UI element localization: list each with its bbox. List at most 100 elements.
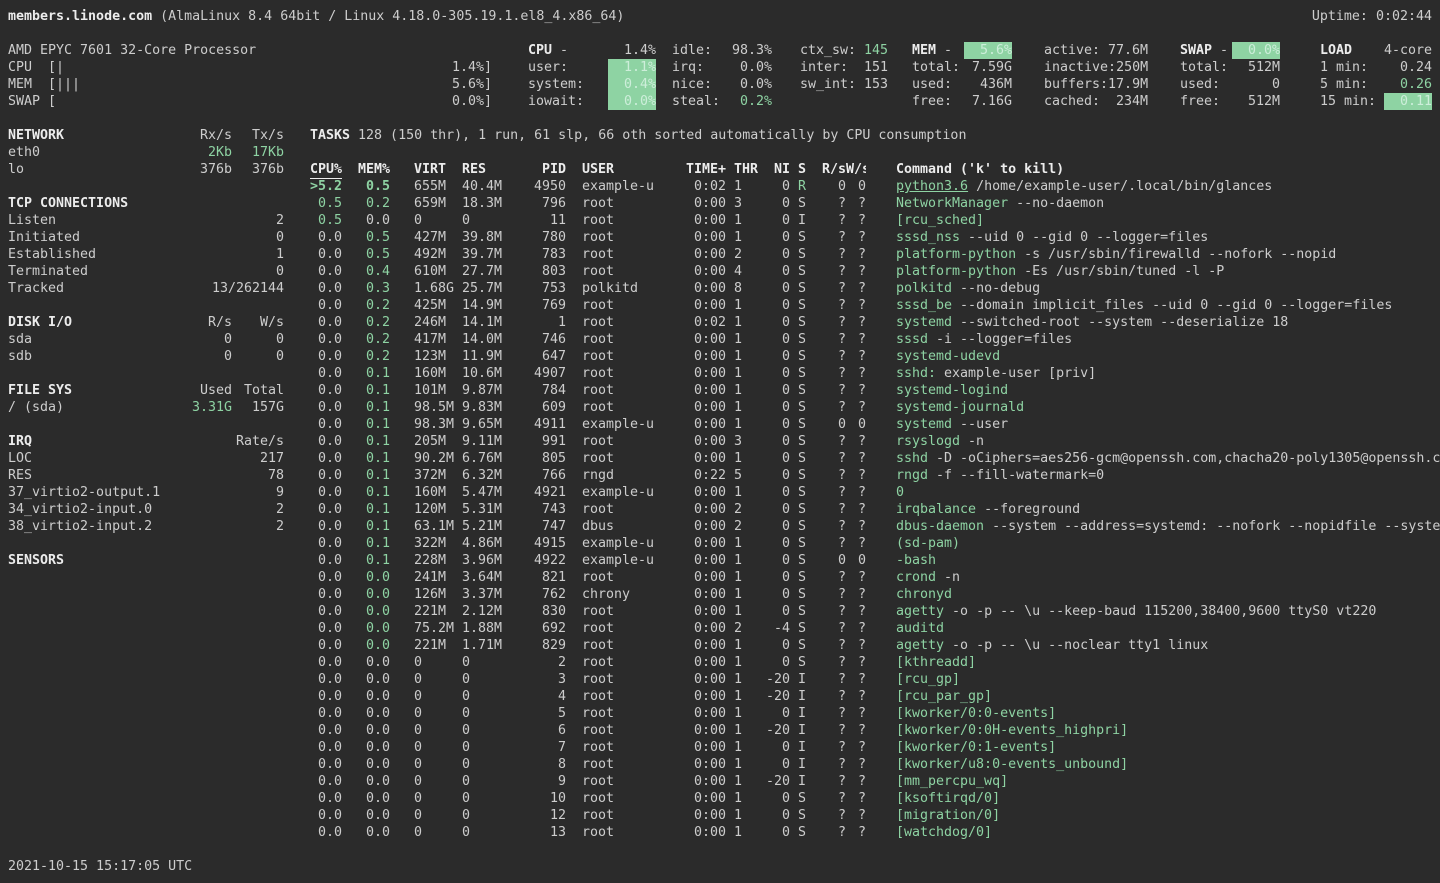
cell-time: 0:00	[666, 688, 726, 705]
glances-terminal[interactable]: members.linode.com (AlmaLinux 8.4 64bit …	[0, 0, 1440, 883]
cell-mem: 0.0	[342, 756, 390, 773]
irq-row: LOC217	[8, 450, 284, 467]
gap	[790, 178, 798, 195]
cell-res: 9.11M	[462, 433, 514, 450]
mem-percent: 0.1	[366, 400, 390, 415]
mem-stats-5-min-value: 0.26	[1400, 76, 1432, 93]
gap	[390, 195, 414, 212]
cpu-stats-cpu-pair: CPU -1.4%	[528, 42, 656, 59]
cell-s: S	[798, 535, 810, 552]
cell-s: S	[798, 280, 810, 297]
proc-thr: 1	[734, 689, 742, 704]
cell-time: 0:00	[666, 654, 726, 671]
sort-arrow	[310, 790, 318, 807]
cpu-percent: 0.0	[318, 790, 342, 807]
gap	[390, 331, 414, 348]
proc-user: root	[582, 451, 614, 466]
cpu-stats-sw-int-label: sw_int:	[800, 76, 856, 93]
cpu-percent: 0.0	[318, 535, 342, 552]
network-col2-header: Tx/s	[232, 127, 284, 144]
gap	[726, 229, 734, 246]
gap	[866, 297, 896, 314]
cell-s: S	[798, 790, 810, 807]
process-row: 0.00.00010root0:0010S??[ksoftirqd/0]	[310, 790, 1440, 807]
cell-thr: 8	[734, 280, 762, 297]
proc-res: 0	[462, 655, 470, 670]
disk-value-1: 0	[160, 331, 232, 348]
process-row: 0.00.31.68G25.7M753polkitd0:0080S??polki…	[310, 280, 1440, 297]
cell-cmd: [watchdog/0]	[896, 824, 1440, 841]
command-name: python3.6	[896, 179, 968, 194]
cell-s: S	[798, 620, 810, 637]
proc-state: S	[798, 247, 806, 262]
cell-ws: ?	[846, 263, 866, 280]
cell-virt: 126M	[414, 586, 462, 603]
gap	[866, 212, 896, 229]
mem-percent: 0.0	[366, 689, 390, 704]
proc-rs: ?	[838, 264, 846, 279]
cell-pid: 8	[514, 756, 566, 773]
cell-time: 0:02	[666, 178, 726, 195]
proc-user: example-u	[582, 417, 654, 432]
proc-res: 14.0M	[462, 332, 502, 347]
proc-user: root	[582, 434, 614, 449]
proc-ni: 0	[782, 196, 790, 211]
proc-thr: 1	[734, 570, 742, 585]
cell-s: S	[798, 552, 810, 569]
tcp-value: 13/262144	[160, 280, 284, 297]
gap	[566, 654, 582, 671]
cell-pid: 647	[514, 348, 566, 365]
cell-mem: 0.2	[342, 195, 390, 212]
cell-time: 0:00	[666, 399, 726, 416]
gap	[390, 382, 414, 399]
gap	[726, 756, 734, 773]
proc-ni: 0	[782, 638, 790, 653]
cell-ni: 0	[762, 365, 790, 382]
cell-pid: 1	[514, 314, 566, 331]
cell-rs: ?	[810, 450, 846, 467]
cell-time: 0:00	[666, 620, 726, 637]
proc-thr: 2	[734, 502, 742, 517]
irq-value: 2	[160, 518, 284, 535]
command-name: [mm_percpu_wq]	[896, 774, 1008, 789]
command-name: chronyd	[896, 587, 952, 602]
cell-s: S	[798, 824, 810, 841]
cell-time: 0:00	[666, 722, 726, 739]
cell-virt: 0	[414, 212, 462, 229]
cell-pid: 762	[514, 586, 566, 603]
gap	[726, 501, 734, 518]
cpu-percent: 0.0	[318, 450, 342, 467]
proc-ws: ?	[858, 247, 866, 262]
mem-percent: 0.5	[366, 230, 390, 245]
cell-cpu: 0.0	[310, 637, 342, 654]
proc-rs: ?	[838, 825, 846, 840]
proc-state: S	[798, 349, 806, 364]
proc-ni: -20	[766, 689, 790, 704]
command-args: --domain implicit_files --uid 0 --gid 0 …	[952, 298, 1392, 313]
gap	[390, 348, 414, 365]
gap	[790, 229, 798, 246]
mem-percent: 0.3	[366, 281, 390, 296]
cpu-percent: 0.5	[318, 195, 342, 212]
command-args: -n	[936, 570, 960, 585]
proc-rs: ?	[838, 434, 846, 449]
gap	[566, 671, 582, 688]
cell-res: 6.76M	[462, 450, 514, 467]
proc-thr: 1	[734, 536, 742, 551]
tcp-row: Established1	[8, 246, 284, 263]
command-name: [kworker/0:0-events]	[896, 706, 1056, 721]
cell-rs: ?	[810, 297, 846, 314]
mem-stats-load-label: LOAD	[1320, 42, 1352, 59]
cell-thr: 1	[734, 416, 762, 433]
gap	[726, 586, 734, 603]
cell-time: 0:00	[666, 705, 726, 722]
command-args: example-user [priv]	[936, 366, 1096, 381]
cell-cpu: >5.2	[310, 178, 342, 195]
sort-arrow	[310, 518, 318, 535]
cell-user: root	[582, 263, 666, 280]
gap	[726, 705, 734, 722]
cell-cpu: 0.0	[310, 348, 342, 365]
cell-user: root	[582, 773, 666, 790]
process-row: 0.00.0241M3.64M821root0:0010S??crond -n	[310, 569, 1440, 586]
proc-rs: 0	[838, 417, 846, 432]
